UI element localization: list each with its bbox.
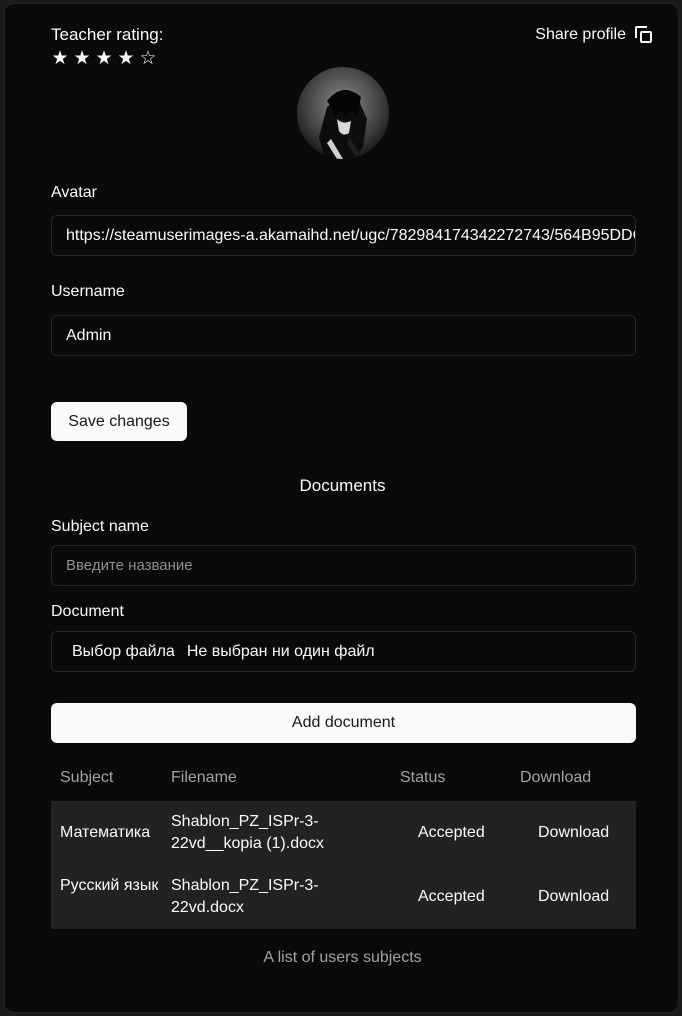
subjects-table: Subject Filename Status Download Математ… <box>51 764 636 929</box>
save-changes-button[interactable]: Save changes <box>51 402 187 441</box>
table-caption: A list of users subjects <box>263 949 422 966</box>
add-document-button[interactable]: Add document <box>51 703 636 743</box>
star-outline-icon: ☆ <box>139 48 157 69</box>
avatar <box>297 67 389 159</box>
star-icon: ★ <box>117 48 135 69</box>
header-filename: Filename <box>171 769 237 786</box>
subject-name-label: Subject name <box>51 518 149 535</box>
header-download: Download <box>520 769 592 786</box>
cell-filename: Shablon_PZ_ISPr-3-22vd.docx <box>171 877 319 916</box>
cell-subject: Математика <box>60 824 151 841</box>
table-row: Математика Shablon_PZ_ISPr-3-22vd__kopia… <box>51 801 636 865</box>
star-icon: ★ <box>73 48 91 69</box>
table-body: Математика Shablon_PZ_ISPr-3-22vd__kopia… <box>51 801 636 929</box>
download-link[interactable]: Download <box>538 822 609 844</box>
share-profile-button[interactable]: Share profile <box>535 26 653 44</box>
avatar-image <box>297 67 389 159</box>
table-header: Subject Filename Status Download <box>51 764 636 801</box>
cell-status: Accepted <box>418 824 485 841</box>
share-profile-label: Share profile <box>535 26 626 43</box>
subject-name-input[interactable]: Введите название <box>51 545 636 586</box>
header-subject: Subject <box>60 769 114 786</box>
cell-status: Accepted <box>418 888 485 905</box>
teacher-rating: Teacher rating: ★ ★ ★ ★ ☆ <box>51 25 163 69</box>
avatar-label: Avatar <box>51 184 97 201</box>
star-icon: ★ <box>95 48 113 69</box>
table-row: Русский язык Shablon_PZ_ISPr-3-22vd.docx… <box>51 865 636 929</box>
rating-stars: ★ ★ ★ ★ ☆ <box>51 49 163 69</box>
choose-file-button[interactable]: Выбор файла <box>72 643 175 661</box>
copy-icon <box>635 26 653 44</box>
star-icon: ★ <box>51 48 69 69</box>
document-label: Document <box>51 603 124 620</box>
username-input[interactable]: Admin <box>51 315 636 356</box>
rating-label: Teacher rating: <box>51 25 164 44</box>
header-status: Status <box>400 769 446 786</box>
avatar-url-input[interactable]: https://steamuserimages-a.akamaihd.net/u… <box>51 215 636 256</box>
file-status-text: Не выбран ни один файл <box>186 642 375 660</box>
profile-card: Teacher rating: ★ ★ ★ ★ ☆ Share profile <box>4 3 679 1013</box>
document-file-input[interactable]: Выбор файла Не выбран ни один файл <box>51 631 636 672</box>
cell-subject: Русский язык <box>60 877 159 894</box>
username-label: Username <box>51 283 125 300</box>
documents-heading: Documents <box>299 476 386 495</box>
download-link[interactable]: Download <box>538 886 609 908</box>
cell-filename: Shablon_PZ_ISPr-3-22vd__kopia (1).docx <box>171 813 324 852</box>
